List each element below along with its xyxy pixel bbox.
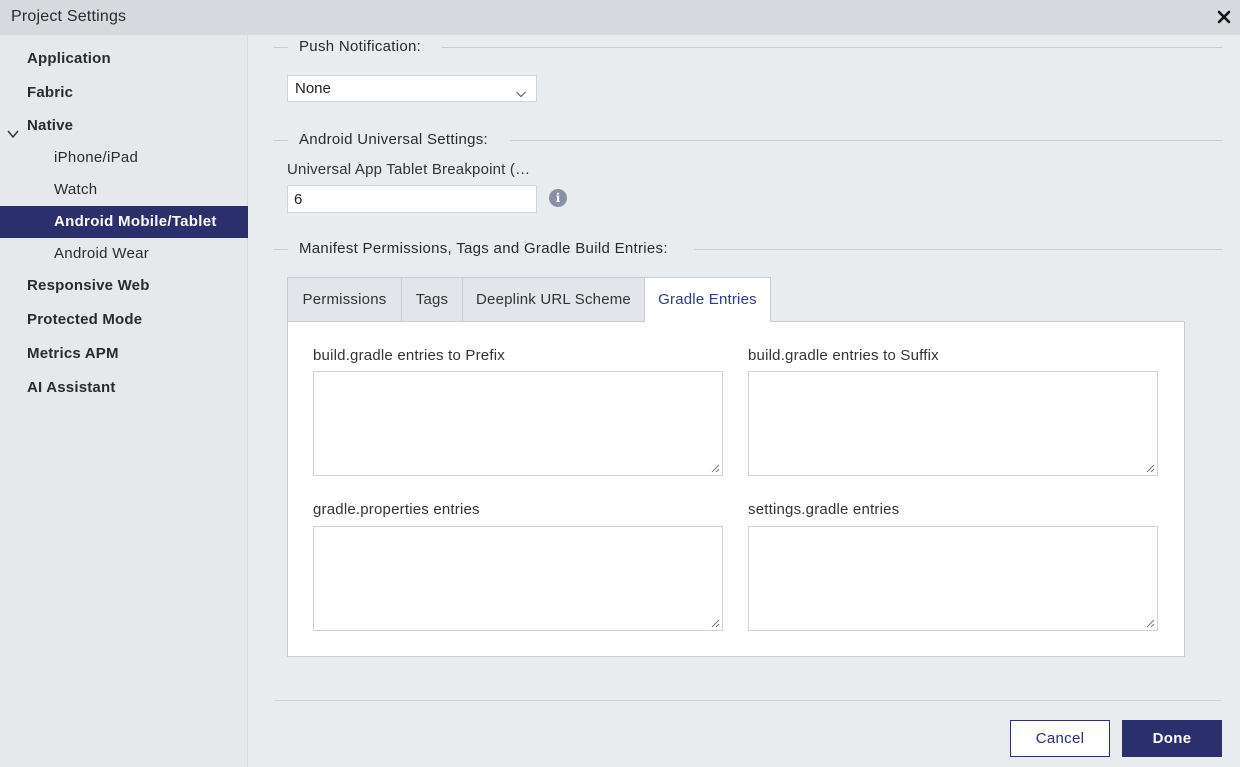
- sidebar-item-label: Native: [27, 117, 74, 134]
- sidebar-item-application[interactable]: Application: [0, 43, 248, 75]
- sidebar-item-protected-mode[interactable]: Protected Mode: [0, 304, 248, 336]
- resize-handle-icon[interactable]: [1146, 464, 1155, 473]
- divider: [442, 47, 1222, 48]
- section-push-notification: Push Notification:: [274, 37, 1222, 57]
- sidebar-item-metrics-apm[interactable]: Metrics APM: [0, 338, 248, 370]
- sidebar-item-label: Android Wear: [54, 245, 150, 262]
- sidebar-item-android-wear[interactable]: Android Wear: [0, 238, 248, 270]
- section-label: Manifest Permissions, Tags and Gradle Bu…: [299, 240, 680, 257]
- suffix-label: build.gradle entries to Suffix: [748, 347, 939, 364]
- settings-textarea[interactable]: [748, 526, 1158, 631]
- chevron-down-icon[interactable]: [7, 120, 19, 139]
- section-manifest: Manifest Permissions, Tags and Gradle Bu…: [274, 239, 1222, 259]
- sidebar-item-native[interactable]: Native: [0, 110, 248, 142]
- sidebar-item-label: iPhone/iPad: [54, 149, 139, 166]
- footer-divider: [274, 700, 1222, 701]
- tab-tags[interactable]: Tags: [401, 277, 463, 322]
- sidebar-item-label: Metrics APM: [27, 345, 119, 362]
- section-label: Push Notification:: [299, 38, 434, 55]
- tablet-breakpoint-label: Universal App Tablet Breakpoint (…: [287, 161, 531, 178]
- sidebar: Application Fabric Native iPhone/iPad Wa…: [0, 35, 248, 767]
- tab-label: Permissions: [302, 291, 387, 308]
- resize-handle-icon[interactable]: [711, 619, 720, 628]
- section-android-universal: Android Universal Settings:: [274, 130, 1222, 150]
- sidebar-item-label: Fabric: [27, 84, 74, 101]
- tab-permissions[interactable]: Permissions: [287, 277, 402, 322]
- properties-textarea[interactable]: [313, 526, 723, 631]
- divider: [694, 249, 1222, 250]
- sidebar-item-label: Watch: [54, 181, 98, 198]
- divider: [274, 47, 288, 48]
- tab-gradle-entries[interactable]: Gradle Entries: [644, 277, 771, 322]
- done-button[interactable]: Done: [1122, 720, 1222, 757]
- section-label: Android Universal Settings:: [299, 131, 501, 148]
- prefix-textarea[interactable]: [313, 371, 723, 476]
- chevron-down-icon: [516, 85, 526, 98]
- sidebar-item-responsive-web[interactable]: Responsive Web: [0, 270, 248, 302]
- tablet-breakpoint-input[interactable]: [287, 185, 537, 213]
- gradle-entries-panel: build.gradle entries to Prefix build.gra…: [287, 321, 1185, 657]
- sidebar-item-ai-assistant[interactable]: AI Assistant: [0, 372, 248, 404]
- info-icon[interactable]: i: [549, 189, 567, 207]
- tab-label: Tags: [415, 291, 449, 308]
- tab-label: Gradle Entries: [658, 291, 757, 308]
- sidebar-item-fabric[interactable]: Fabric: [0, 77, 248, 109]
- divider: [510, 140, 1222, 141]
- resize-handle-icon[interactable]: [711, 464, 720, 473]
- window-title: Project Settings: [11, 8, 127, 25]
- cancel-button[interactable]: Cancel: [1010, 720, 1110, 757]
- sidebar-item-label: Responsive Web: [27, 277, 150, 294]
- prefix-label: build.gradle entries to Prefix: [313, 347, 505, 364]
- sidebar-item-label: Android Mobile/Tablet: [54, 213, 217, 230]
- divider: [274, 140, 288, 141]
- main-content: Push Notification: None Android Universa…: [249, 35, 1240, 767]
- select-value: None: [295, 80, 331, 97]
- properties-label: gradle.properties entries: [313, 501, 480, 518]
- sidebar-item-label: Application: [27, 50, 111, 67]
- push-notification-select[interactable]: None: [287, 75, 537, 102]
- tab-label: Deeplink URL Scheme: [476, 291, 631, 308]
- tab-deeplink-url-scheme[interactable]: Deeplink URL Scheme: [462, 277, 645, 322]
- sidebar-item-iphone-ipad[interactable]: iPhone/iPad: [0, 142, 248, 174]
- sidebar-item-label: Protected Mode: [27, 311, 143, 328]
- close-icon[interactable]: [1213, 6, 1235, 28]
- sidebar-item-label: AI Assistant: [27, 379, 116, 396]
- resize-handle-icon[interactable]: [1146, 619, 1155, 628]
- divider: [274, 249, 288, 250]
- title-bar: Project Settings: [0, 0, 1240, 35]
- suffix-textarea[interactable]: [748, 371, 1158, 476]
- sidebar-item-watch[interactable]: Watch: [0, 174, 248, 206]
- sidebar-item-android-mobile-tablet[interactable]: Android Mobile/Tablet: [0, 206, 248, 238]
- settings-label: settings.gradle entries: [748, 501, 900, 518]
